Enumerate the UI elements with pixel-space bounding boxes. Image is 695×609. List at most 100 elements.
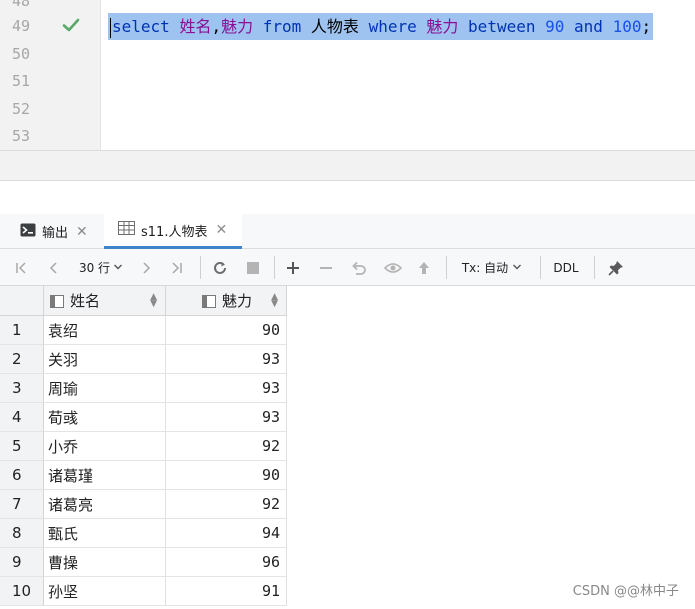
cell-name[interactable]: 曹操 (44, 548, 166, 577)
table-row[interactable]: 9 曹操 96 (0, 548, 287, 577)
tab-output[interactable]: 输出 ✕ (20, 214, 100, 249)
identifier-charm: 魅力 (221, 17, 254, 36)
comma: , (211, 17, 222, 36)
add-row-icon[interactable] (282, 249, 304, 286)
close-icon[interactable]: ✕ (76, 224, 88, 240)
keyword-where: where (368, 17, 417, 36)
panel-separator (0, 150, 695, 180)
column-header-label: 魅力 (222, 292, 253, 310)
preview-pending-icon[interactable] (381, 249, 405, 286)
cell-charm[interactable]: 91 (166, 577, 287, 606)
text-caret (110, 17, 111, 38)
row-number: 9 (0, 548, 44, 577)
column-header-name[interactable]: 姓名 ▲ ▼ (44, 286, 166, 316)
identifier-name: 姓名 (179, 17, 212, 36)
next-page-icon[interactable] (136, 249, 158, 286)
table-row[interactable]: 2 关羽 93 (0, 345, 287, 374)
cell-name[interactable]: 甄氏 (44, 519, 166, 548)
page-size-dropdown[interactable]: 30 行 (72, 249, 130, 286)
previous-page-icon[interactable] (42, 249, 64, 286)
cell-name[interactable]: 孙坚 (44, 577, 166, 606)
toolbar-separator (540, 256, 541, 279)
table-row[interactable]: 1 袁绍 90 (0, 316, 287, 345)
ddl-label: DDL (553, 260, 579, 275)
line-number: 51 (12, 72, 31, 90)
cell-charm[interactable]: 96 (166, 548, 287, 577)
cell-name[interactable]: 小乔 (44, 432, 166, 461)
table-row[interactable]: 6 诸葛瑾 90 (0, 461, 287, 490)
sort-icon[interactable]: ▲ ▼ (150, 293, 157, 309)
row-number: 1 (0, 316, 44, 345)
sql-query-line[interactable]: select 姓名,魅力 from 人物表 where 魅力 between 9… (108, 13, 654, 40)
line-number: 53 (12, 127, 31, 145)
row-number-header (0, 286, 44, 316)
table-row[interactable]: 10 孙坚 91 (0, 577, 287, 606)
row-number: 4 (0, 403, 44, 432)
line-number: 50 (12, 45, 31, 63)
cell-name[interactable]: 诸葛亮 (44, 490, 166, 519)
cell-name[interactable]: 荀彧 (44, 403, 166, 432)
table-row[interactable]: 8 甄氏 94 (0, 519, 287, 548)
column-icon (202, 294, 216, 308)
table-row[interactable]: 4 荀彧 93 (0, 403, 287, 432)
cell-charm[interactable]: 93 (166, 345, 287, 374)
cell-charm[interactable]: 92 (166, 490, 287, 519)
cell-charm[interactable]: 93 (166, 374, 287, 403)
row-number: 7 (0, 490, 44, 519)
number-low: 90 (545, 17, 565, 36)
row-number: 5 (0, 432, 44, 461)
column-header-label: 姓名 (70, 292, 101, 310)
transaction-mode-dropdown[interactable]: Tx: 自动 (456, 249, 528, 286)
remove-row-icon[interactable] (315, 249, 337, 286)
submit-icon[interactable] (413, 249, 435, 286)
close-icon[interactable]: ✕ (215, 222, 227, 238)
transaction-mode-label: Tx: 自动 (461, 261, 509, 275)
line-number: 52 (12, 100, 31, 118)
revert-icon[interactable] (348, 249, 370, 286)
keyword-between: between (468, 17, 536, 36)
sort-icon[interactable]: ▲ ▼ (271, 293, 278, 309)
table-icon (118, 221, 135, 239)
result-toolbar: 30 行 Tx: 自动 DDL (0, 249, 695, 286)
stop-icon[interactable] (242, 249, 264, 286)
identifier-charm-where: 魅力 (426, 17, 459, 36)
tab-result[interactable]: s11.人物表 ✕ (104, 214, 242, 249)
toolbar-separator (594, 256, 595, 279)
cell-charm[interactable]: 94 (166, 519, 287, 548)
cell-charm[interactable]: 90 (166, 316, 287, 345)
toolbar-separator (446, 256, 447, 279)
cell-charm[interactable]: 90 (166, 461, 287, 490)
tab-output-label: 输出 (42, 226, 69, 241)
column-header-charm[interactable]: 魅力 ▲ ▼ (166, 286, 287, 316)
cell-name[interactable]: 周瑜 (44, 374, 166, 403)
row-number: 2 (0, 345, 44, 374)
editor-gutter: 48 49 50 51 52 53 (0, 0, 101, 150)
line-number: 48 (12, 0, 31, 10)
refresh-icon[interactable] (208, 249, 232, 286)
toolbar-separator (274, 256, 275, 279)
cell-name[interactable]: 关羽 (44, 345, 166, 374)
checkmark-icon (62, 16, 82, 36)
table-row[interactable]: 7 诸葛亮 92 (0, 490, 287, 519)
row-number: 10 (0, 577, 44, 606)
table-row[interactable]: 3 周瑜 93 (0, 374, 287, 403)
pin-icon[interactable] (604, 249, 628, 286)
first-page-icon[interactable] (10, 249, 32, 286)
cell-name[interactable]: 诸葛瑾 (44, 461, 166, 490)
ddl-button[interactable]: DDL (548, 249, 584, 286)
cell-name[interactable]: 袁绍 (44, 316, 166, 345)
table-row[interactable]: 5 小乔 92 (0, 432, 287, 461)
keyword-and: and (574, 17, 603, 36)
number-high: 100 (612, 17, 642, 36)
column-icon (50, 294, 64, 308)
cell-charm[interactable]: 93 (166, 403, 287, 432)
cell-charm[interactable]: 92 (166, 432, 287, 461)
row-number: 3 (0, 374, 44, 403)
semicolon: ; (641, 17, 652, 36)
toolbar-separator (200, 256, 201, 279)
last-page-icon[interactable] (166, 249, 188, 286)
console-icon (20, 223, 36, 241)
keyword-from: from (262, 17, 302, 36)
sql-editor[interactable]: 48 49 50 51 52 53 select 姓名,魅力 from 人物表 … (0, 0, 695, 150)
chevron-down-icon (512, 260, 522, 275)
